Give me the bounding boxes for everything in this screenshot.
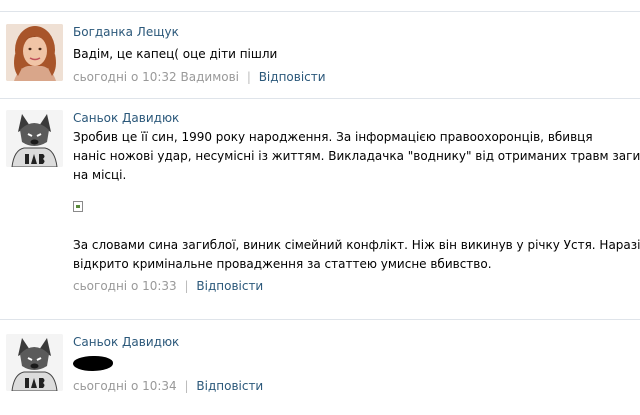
author-link[interactable]: Саньок Давидюк [73,110,633,126]
text-line: Зробив це її син, 1990 року народження. … [73,130,593,144]
reply-link[interactable]: Відповісти [259,70,326,84]
top-divider [0,11,640,12]
comment-meta: сьогодні о 10:34 | Відповісти [73,378,633,394]
comment-body: Саньок Давидюк Зробив це її син, 1990 ро… [73,110,640,294]
comment-meta: сьогодні о 10:33 | Відповісти [73,278,633,294]
avatar[interactable] [6,110,63,167]
redacted-text [73,356,113,371]
comment-body: Саньок Давидюк сьогодні о 10:34 | Відпов… [73,334,633,394]
text-line: наніс ножові удар, несумісні із життям. … [73,149,640,163]
wolf-shirt-icon [6,110,63,167]
comment-text [73,356,633,373]
comment-meta: сьогодні о 10:32 Вадимові | Відповісти [73,69,633,85]
text-line: За словами сина загиблої, виник сімейний… [73,238,640,252]
text-line: на місці. [73,168,127,182]
addressee[interactable]: Вадимові [181,70,239,84]
avatar[interactable] [6,334,63,391]
separator: | [246,70,251,84]
timestamp[interactable]: сьогодні о 10:32 [73,70,177,84]
broken-image-icon[interactable] [73,201,83,212]
comment-divider [0,98,640,99]
comment-body: Богданка Лещук Вадім, це капец( оце діти… [73,24,633,85]
wolf-shirt-icon [6,334,63,391]
comment-text: Зробив це її син, 1990 року народження. … [73,128,640,274]
comment-divider [0,319,640,320]
woman-photo-icon [6,24,63,81]
reply-link[interactable]: Відповісти [196,279,263,293]
reply-link[interactable]: Відповісти [196,379,263,393]
avatar[interactable] [6,24,63,81]
author-link[interactable]: Богданка Лещук [73,24,633,40]
timestamp[interactable]: сьогодні о 10:34 [73,379,177,393]
author-link[interactable]: Саньок Давидюк [73,334,633,350]
timestamp[interactable]: сьогодні о 10:33 [73,279,177,293]
comment-text: Вадім, це капец( оце діти пішли [73,47,278,61]
separator: | [184,379,189,393]
text-line: відкрито кримінальне провадження за стат… [73,257,492,271]
separator: | [184,279,189,293]
